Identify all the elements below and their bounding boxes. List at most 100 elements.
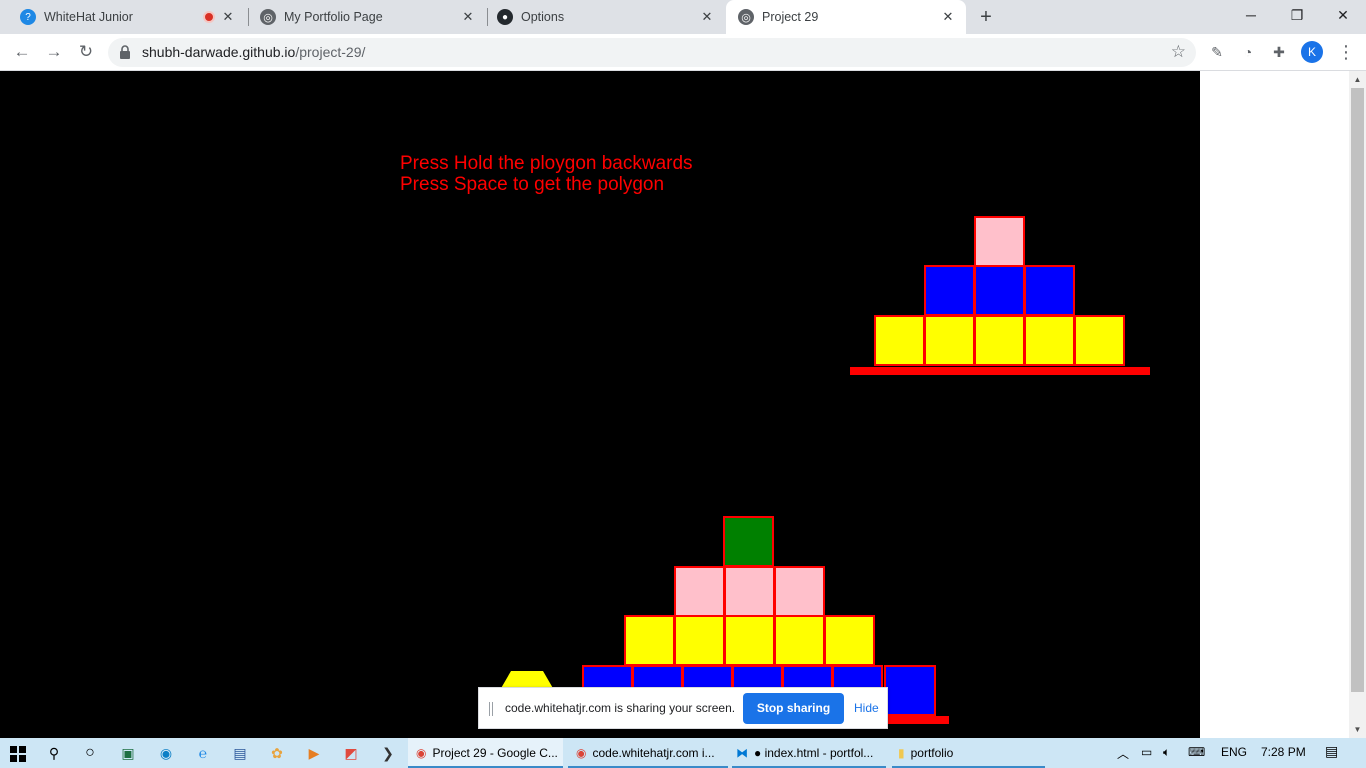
taskbar-app-portfolio-folder[interactable]: ▮ portfolio	[892, 738, 1045, 768]
url-path: /project-29/	[295, 44, 366, 60]
box-green	[723, 516, 774, 567]
ie-icon[interactable]: ℮	[193, 743, 213, 763]
office-icon[interactable]: ◩	[341, 743, 361, 763]
tab-my-portfolio[interactable]: ◎ My Portfolio Page ✕	[250, 0, 486, 34]
paint-icon[interactable]: ✿	[267, 743, 287, 763]
globe-icon: ◎	[738, 9, 754, 25]
box-yellow	[1024, 315, 1075, 366]
taskbar-app-label: portfolio	[910, 746, 954, 760]
browser-toolbar: ← → ↻ shubh-darwade.github.io/project-29…	[0, 34, 1366, 71]
close-icon[interactable]: ✕	[460, 9, 476, 25]
tab-whitehat-junior[interactable]: ? WhiteHat Junior ✕	[8, 0, 246, 34]
recording-icon	[203, 11, 215, 23]
box-blue	[924, 265, 975, 316]
game-canvas[interactable]: Press Hold the ploygon backwards Press S…	[0, 71, 1200, 738]
tab-title: Options	[521, 10, 565, 24]
search-icon[interactable]: ⚲	[44, 743, 64, 763]
app-icon[interactable]: ❯	[378, 743, 398, 763]
instruction-line-1: Press Hold the ploygon backwards	[400, 153, 693, 174]
globe-icon: ◎	[260, 9, 276, 25]
clock[interactable]: 7:28 PM	[1261, 745, 1306, 759]
tab-separator	[248, 8, 249, 26]
box-yellow	[974, 315, 1025, 366]
box-blue	[1024, 265, 1075, 316]
lock-icon	[120, 45, 130, 59]
box-yellow	[874, 315, 925, 366]
windows-start-icon[interactable]	[10, 746, 26, 762]
restore-icon[interactable]: ❐	[1274, 0, 1320, 30]
cortana-icon[interactable]: ○	[80, 743, 100, 763]
close-icon[interactable]: ✕	[699, 9, 715, 25]
screen-share-banner: code.whitehatjr.com is sharing your scre…	[478, 687, 888, 729]
notifications-icon[interactable]: ▤	[1325, 743, 1338, 760]
back-icon[interactable]: ←	[10, 40, 34, 64]
taskbar-app-label: Project 29 - Google C...	[432, 746, 558, 760]
url-host: shubh-darwade.github.io	[142, 44, 296, 60]
bookmark-star-icon[interactable]: ☆	[1171, 42, 1186, 62]
volume-icon[interactable]: 🔈︎	[1163, 745, 1170, 760]
stop-sharing-button[interactable]: Stop sharing	[743, 693, 844, 724]
extensions-puzzle-icon[interactable]: ✚	[1269, 42, 1289, 62]
box-yellow	[674, 615, 725, 666]
avatar[interactable]: K	[1301, 41, 1323, 63]
taskbar-app-vscode[interactable]: ⧓ ● index.html - portfol...	[732, 738, 886, 768]
tray-chevron-icon[interactable]: ︿	[1117, 745, 1129, 762]
instruction-line-2: Press Space to get the polygon	[400, 174, 665, 195]
reload-icon[interactable]: ↻	[74, 40, 98, 64]
tab-title: WhiteHat Junior	[44, 10, 133, 24]
scroll-up-icon[interactable]: ▲	[1349, 71, 1366, 88]
scroll-down-icon[interactable]: ▼	[1349, 721, 1366, 738]
excel-icon[interactable]: ▣	[118, 743, 138, 763]
chrome-icon: ◉	[416, 746, 427, 760]
taskbar-app-project-29[interactable]: ◉ Project 29 - Google C...	[408, 738, 563, 768]
close-icon[interactable]: ✕	[220, 9, 236, 25]
box-yellow	[824, 615, 875, 666]
forward-icon[interactable]: →	[42, 40, 66, 64]
address-bar[interactable]: shubh-darwade.github.io/project-29/ ☆	[108, 38, 1196, 67]
word-icon[interactable]: ▤	[230, 743, 250, 763]
taskbar-app-whitehat[interactable]: ◉ code.whitehatjr.com i...	[568, 738, 728, 768]
scroll-thumb[interactable]	[1351, 88, 1364, 692]
new-tab-button[interactable]: +	[976, 7, 996, 27]
tab-project-29[interactable]: ◎ Project 29 ✕	[726, 0, 966, 34]
box-pink	[974, 216, 1025, 267]
close-window-icon[interactable]: ✕	[1320, 0, 1366, 30]
box-pink	[674, 566, 725, 617]
box-yellow	[624, 615, 675, 666]
box-blue	[974, 265, 1025, 316]
media-player-icon[interactable]: ▶	[304, 743, 324, 763]
tab-strip: ? WhiteHat Junior ✕ ◎ My Portfolio Page …	[0, 0, 1366, 34]
hide-button[interactable]: Hide	[854, 701, 879, 715]
scrollbar[interactable]: ▲ ▼	[1349, 71, 1366, 738]
extension-eyedropper-icon[interactable]: ✎	[1207, 42, 1227, 62]
tab-options[interactable]: ● Options ✕	[489, 0, 725, 34]
vscode-icon: ⧓	[736, 746, 748, 760]
taskbar-app-label: ● index.html - portfol...	[754, 746, 874, 760]
box-yellow	[924, 315, 975, 366]
share-message: code.whitehatjr.com is sharing your scre…	[505, 701, 736, 715]
tab-separator	[487, 8, 488, 26]
tab-title: My Portfolio Page	[284, 10, 383, 24]
extension-speed-icon[interactable]: ◔	[1238, 42, 1258, 62]
language-indicator[interactable]: ENG	[1221, 745, 1247, 759]
whitehat-icon: ?	[20, 9, 36, 25]
folder-icon: ▮	[898, 746, 905, 760]
taskbar: ⚲ ○ ▣ ◉ ℮ ▤ ✿ ▶ ◩ ❯ ◉ Project 29 - Googl…	[0, 738, 1366, 768]
tab-title: Project 29	[762, 10, 819, 24]
github-icon: ●	[497, 9, 513, 25]
battery-icon[interactable]: ▭	[1141, 745, 1152, 759]
more-menu-icon[interactable]: ⋮	[1337, 40, 1355, 64]
box-pink	[724, 566, 775, 617]
close-icon[interactable]: ✕	[940, 9, 956, 25]
box-pink	[774, 566, 825, 617]
ground	[880, 716, 949, 724]
minimize-icon[interactable]: ─	[1228, 0, 1274, 30]
taskbar-app-label: code.whitehatjr.com i...	[592, 746, 715, 760]
page-viewport: Press Hold the ploygon backwards Press S…	[0, 71, 1366, 738]
drag-handle-icon[interactable]	[489, 702, 493, 716]
keyboard-icon[interactable]: ⌨	[1188, 745, 1205, 759]
box-yellow	[724, 615, 775, 666]
box-blue	[884, 665, 936, 716]
url-text: shubh-darwade.github.io/project-29/	[142, 44, 365, 60]
edge-icon[interactable]: ◉	[156, 743, 176, 763]
